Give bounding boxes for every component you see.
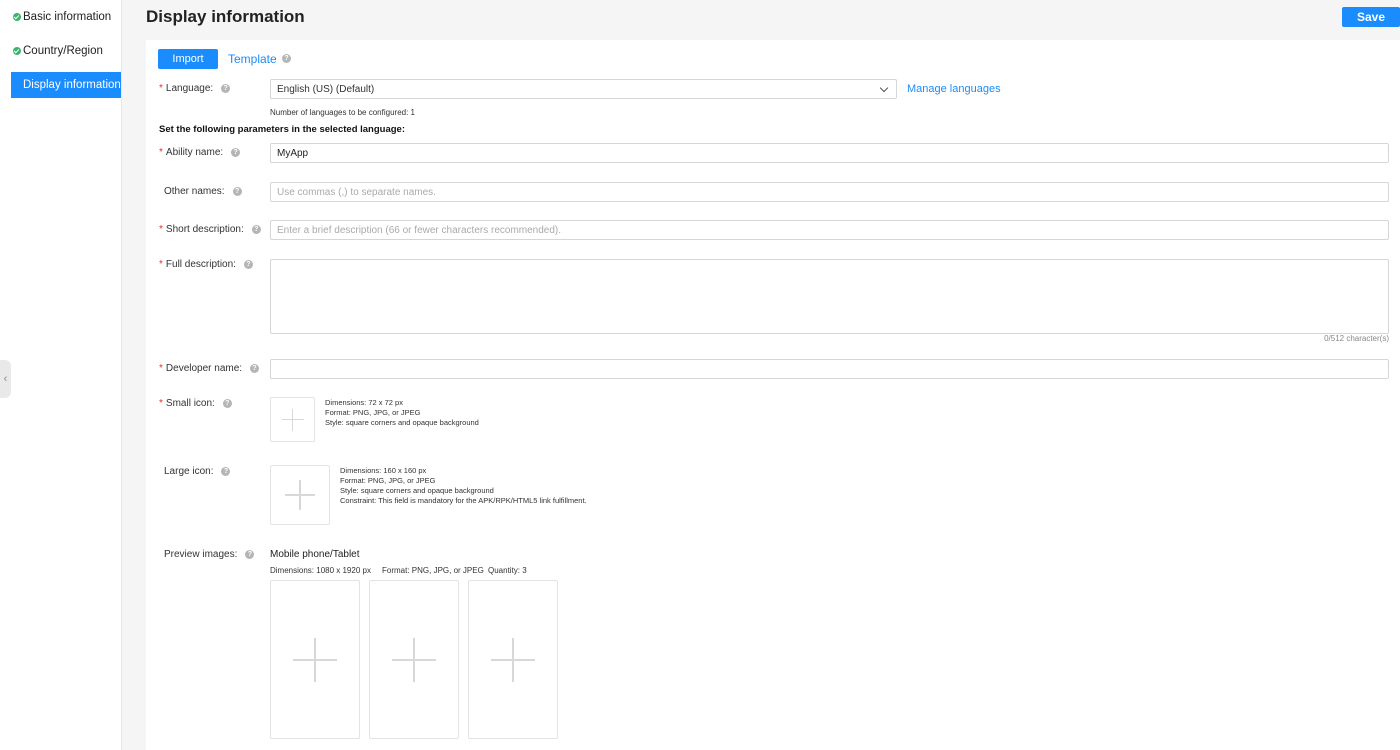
- template-link[interactable]: Template: [228, 52, 277, 66]
- short-description-label: * Short description: ?: [159, 224, 261, 235]
- sidebar-item-label: Country/Region: [23, 45, 103, 57]
- device-type-title: Mobile phone/Tablet: [270, 549, 360, 560]
- full-description-label: * Full description: ?: [159, 259, 253, 270]
- help-icon[interactable]: ?: [221, 467, 231, 476]
- sidebar-item-basic-information[interactable]: Basic information: [11, 4, 121, 30]
- sidebar-item-label: Display information: [23, 79, 121, 91]
- collapse-sidebar-toggle[interactable]: ‹: [0, 360, 11, 398]
- preview-image-upload-3[interactable]: [468, 580, 558, 739]
- help-icon[interactable]: ?: [250, 364, 260, 373]
- preview-format: Format: PNG, JPG, or JPEG: [382, 566, 484, 575]
- preview-image-upload-1[interactable]: [270, 580, 360, 739]
- help-icon[interactable]: ?: [282, 54, 291, 63]
- display-info-form: Import Template ? * Language: ? English …: [146, 40, 1400, 750]
- check-circle-icon: [13, 47, 21, 55]
- large-icon-upload[interactable]: [270, 465, 330, 525]
- help-icon[interactable]: ?: [232, 187, 242, 196]
- help-icon[interactable]: ?: [245, 550, 255, 559]
- chevron-left-icon: ‹: [3, 373, 8, 385]
- developer-name-input[interactable]: [270, 359, 1389, 379]
- preview-images-label: Preview images: ?: [164, 549, 255, 560]
- ability-name-input[interactable]: [270, 143, 1389, 163]
- chevron-down-icon: [879, 83, 889, 92]
- large-icon-label: Large icon: ?: [164, 466, 231, 477]
- small-icon-label: * Small icon: ?: [159, 398, 232, 409]
- small-icon-info: Dimensions: 72 x 72 px Format: PNG, JPG,…: [325, 398, 479, 427]
- preview-quantity: Quantity: 3: [488, 566, 527, 575]
- plus-icon: [491, 637, 535, 682]
- sidebar-item-display-information[interactable]: Display information: [11, 72, 121, 98]
- small-icon-upload[interactable]: [270, 397, 315, 442]
- required-marker: *: [159, 147, 163, 158]
- other-names-input[interactable]: [270, 182, 1389, 202]
- section-heading: Set the following parameters in the sele…: [159, 124, 405, 135]
- plus-icon: [392, 637, 436, 682]
- developer-name-label: * Developer name: ?: [159, 363, 260, 374]
- plus-icon: [293, 637, 337, 682]
- sidebar-item-country-region[interactable]: Country/Region: [11, 38, 121, 64]
- plus-icon: [285, 480, 315, 510]
- manage-languages-link[interactable]: Manage languages: [907, 83, 1001, 95]
- sidebar: Basic information Country/Region Display…: [0, 0, 122, 750]
- help-icon[interactable]: ?: [251, 225, 261, 234]
- help-icon[interactable]: ?: [221, 84, 231, 93]
- character-counter: 0/512 character(s): [1324, 334, 1389, 343]
- required-marker: *: [159, 224, 163, 235]
- required-marker: *: [159, 363, 163, 374]
- large-icon-info: Dimensions: 160 x 160 px Format: PNG, JP…: [340, 466, 587, 505]
- check-circle-icon: [13, 13, 21, 21]
- save-button[interactable]: Save: [1342, 7, 1400, 27]
- other-names-label: Other names: ?: [164, 186, 242, 197]
- help-icon[interactable]: ?: [222, 399, 232, 408]
- short-description-input[interactable]: [270, 220, 1389, 240]
- help-icon[interactable]: ?: [243, 260, 253, 269]
- sidebar-item-label: Basic information: [23, 11, 112, 23]
- import-button[interactable]: Import: [158, 49, 218, 69]
- full-description-textarea[interactable]: [270, 259, 1389, 334]
- plus-icon: [281, 408, 304, 431]
- required-marker: *: [159, 83, 163, 94]
- help-icon[interactable]: ?: [231, 148, 241, 157]
- preview-dimensions: Dimensions: 1080 x 1920 px: [270, 566, 371, 575]
- language-count-note: Number of languages to be configured: 1: [270, 108, 415, 117]
- language-select[interactable]: English (US) (Default): [270, 79, 897, 99]
- ability-name-label: * Ability name: ?: [159, 147, 241, 158]
- language-label: * Language: ?: [159, 83, 231, 94]
- required-marker: *: [159, 259, 163, 270]
- preview-image-upload-2[interactable]: [369, 580, 459, 739]
- page-title: Display information: [146, 7, 305, 26]
- required-marker: *: [159, 398, 163, 409]
- language-select-value: English (US) (Default): [277, 83, 375, 95]
